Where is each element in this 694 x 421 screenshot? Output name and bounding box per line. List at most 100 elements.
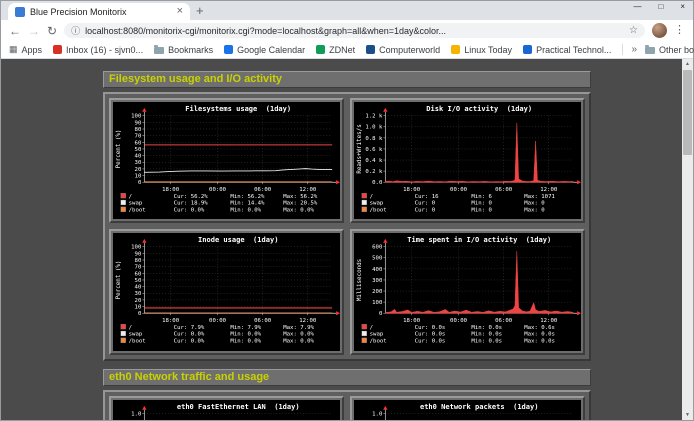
svg-text:/boot: /boot (370, 339, 387, 345)
network-graphs-table: eth0 FastEthernet LAN (1day)1.0 eth0 Net… (103, 390, 591, 420)
svg-text:300: 300 (372, 278, 383, 284)
window-close-button[interactable]: × (680, 2, 685, 11)
svg-text:Cur: 56.2%: Cur: 56.2% (174, 194, 209, 200)
svg-text:60: 60 (135, 140, 142, 146)
svg-text:eth0 Network packets (1day): eth0 Network packets (1day) (420, 402, 539, 411)
profile-avatar[interactable] (652, 23, 667, 38)
window-maximize-button[interactable]: □ (658, 2, 663, 11)
svg-text:/boot: /boot (129, 208, 146, 214)
svg-text:0.6 k: 0.6 k (365, 147, 383, 153)
tab-close-icon[interactable]: × (177, 6, 183, 17)
graph-eth0-traffic[interactable]: eth0 FastEthernet LAN (1day)1.0 (109, 396, 344, 420)
new-tab-button[interactable]: + (196, 4, 204, 18)
svg-text:100: 100 (372, 301, 383, 307)
section-header-network: eth0 Network traffic and usage (103, 369, 591, 386)
svg-text:Max: 1071: Max: 1071 (524, 194, 555, 200)
zdnet-favicon (316, 45, 325, 54)
svg-text:/boot: /boot (370, 208, 387, 214)
svg-text:100: 100 (131, 245, 142, 251)
site-info-icon[interactable]: ⓘ (71, 24, 80, 37)
svg-text:Disk I/O activity (1day): Disk I/O activity (1day) (426, 104, 532, 113)
linux-today-favicon (451, 45, 460, 54)
svg-text:80: 80 (135, 258, 142, 264)
bookmark-practical-technology[interactable]: Practical Technol... (523, 45, 611, 55)
svg-text:Min: 0.0s: Min: 0.0s (471, 332, 502, 338)
page-scrollbar[interactable]: ▲ ▼ (682, 59, 693, 420)
tab-monitorix[interactable]: Blue Precision Monitorix × (8, 3, 190, 20)
svg-text:Max: 0.0%: Max: 0.0% (283, 332, 314, 338)
svg-text:Min: 0.0%: Min: 0.0% (230, 332, 261, 338)
svg-text:Cur: 0.0s: Cur: 0.0s (415, 325, 446, 331)
svg-text:70: 70 (135, 265, 142, 271)
bookmark-bookmarks-folder[interactable]: Bookmarks (154, 45, 213, 55)
svg-text:Min: 14.4%: Min: 14.4% (230, 201, 265, 207)
svg-text:90: 90 (135, 252, 142, 258)
graph-time-spent-io[interactable]: Time spent in I/O activity (1day)Millise… (350, 229, 585, 354)
window-minimize-button[interactable]: — (633, 2, 641, 11)
graph-eth0-packets[interactable]: eth0 Network packets (1day) 1.0 (350, 396, 585, 420)
navigation-bar: ← → ↻ ⓘ localhost:8080/monitorix-cgi/mon… (1, 20, 693, 41)
bookmark-inbox[interactable]: Inbox (16) - sjvn0... (53, 45, 143, 55)
other-bookmarks[interactable]: Other bookmarks (645, 45, 694, 55)
svg-text:Time spent in I/O activity (1: Time spent in I/O activity (1day) (407, 235, 551, 244)
svg-text:/boot: /boot (129, 339, 146, 345)
svg-text:Min: 56.2%: Min: 56.2% (230, 194, 265, 200)
tab-strip: Blue Precision Monitorix × + — □ × (1, 1, 693, 20)
graph-inode-usage[interactable]: Inode usage (1day)Percent (%)01020304050… (109, 229, 344, 354)
refresh-button[interactable]: ↻ (47, 25, 57, 37)
bookmark-label: Linux Today (464, 45, 512, 55)
bookmark-label: Inbox (16) - sjvn0... (66, 45, 143, 55)
svg-text:06:00: 06:00 (495, 318, 513, 324)
monitorix-page: Filesystem usage and I/O activity Filesy… (1, 59, 693, 420)
bookmark-google-calendar[interactable]: Google Calendar (224, 45, 305, 55)
bookmark-computerworld[interactable]: Computerworld (366, 45, 440, 55)
svg-text:Cur: 0.0%: Cur: 0.0% (174, 339, 205, 345)
bookmark-label: ZDNet (329, 45, 355, 55)
svg-text:500: 500 (372, 256, 383, 262)
svg-text:Max: 20.5%: Max: 20.5% (283, 201, 318, 207)
forward-button[interactable]: → (28, 25, 40, 37)
svg-text:Min: 7.9%: Min: 7.9% (230, 325, 261, 331)
bookmark-label: Practical Technol... (536, 45, 611, 55)
svg-text:18:00: 18:00 (403, 318, 421, 324)
svg-text:Cur: 0.0%: Cur: 0.0% (174, 208, 205, 214)
bookmarks-overflow-chevron[interactable]: » (631, 44, 637, 55)
bookmark-apps[interactable]: ▦ Apps (9, 45, 42, 55)
scrollbar-thumb[interactable] (683, 70, 692, 155)
graph-filesystems-usage[interactable]: Filesystems usage (1day)Percent (%)01020… (109, 98, 344, 223)
svg-text:1.0: 1.0 (372, 411, 383, 417)
svg-text:70: 70 (135, 134, 142, 140)
scrollbar-down-arrow[interactable]: ▼ (685, 410, 690, 420)
svg-text:/: / (129, 194, 132, 200)
graph-disk-io-activity[interactable]: Disk I/O activity (1day)Reads+Writes/s0.… (350, 98, 585, 223)
svg-text:Min: 0: Min: 0 (471, 201, 492, 207)
svg-text:Max: 0: Max: 0 (524, 208, 545, 214)
apps-grid-icon: ▦ (9, 45, 18, 54)
svg-text:Max: 0: Max: 0 (524, 201, 545, 207)
svg-text:18:00: 18:00 (162, 187, 180, 193)
address-bar[interactable]: ⓘ localhost:8080/monitorix-cgi/monitorix… (64, 23, 645, 38)
bookmark-star-icon[interactable]: ☆ (629, 25, 638, 36)
section-header-filesystem: Filesystem usage and I/O activity (103, 71, 591, 88)
scrollbar-up-arrow[interactable]: ▲ (685, 59, 690, 69)
svg-text:/: / (370, 325, 373, 331)
svg-text:00:00: 00:00 (450, 187, 468, 193)
svg-text:Cur: 0: Cur: 0 (415, 208, 436, 214)
bookmark-linux-today[interactable]: Linux Today (451, 45, 512, 55)
svg-text:400: 400 (372, 267, 383, 273)
back-button[interactable]: ← (9, 25, 21, 37)
svg-text:Min: 0.0%: Min: 0.0% (230, 339, 261, 345)
svg-text:Max: 0.6s: Max: 0.6s (524, 325, 555, 331)
svg-text:Min: 0.0%: Min: 0.0% (230, 208, 261, 214)
svg-text:1.0 k: 1.0 k (365, 125, 383, 131)
browser-menu-icon[interactable]: ⋮ (674, 25, 685, 36)
bookmark-zdnet[interactable]: ZDNet (316, 45, 355, 55)
folder-icon (154, 47, 164, 54)
svg-text:12:00: 12:00 (540, 318, 558, 324)
svg-text:Max: 0.0%: Max: 0.0% (283, 339, 314, 345)
svg-text:00:00: 00:00 (209, 187, 227, 193)
url-text[interactable]: localhost:8080/monitorix-cgi/monitorix.c… (85, 26, 624, 36)
svg-text:Percent (%): Percent (%) (116, 130, 122, 169)
svg-text:30: 30 (135, 292, 142, 298)
svg-text:20: 20 (135, 298, 142, 304)
